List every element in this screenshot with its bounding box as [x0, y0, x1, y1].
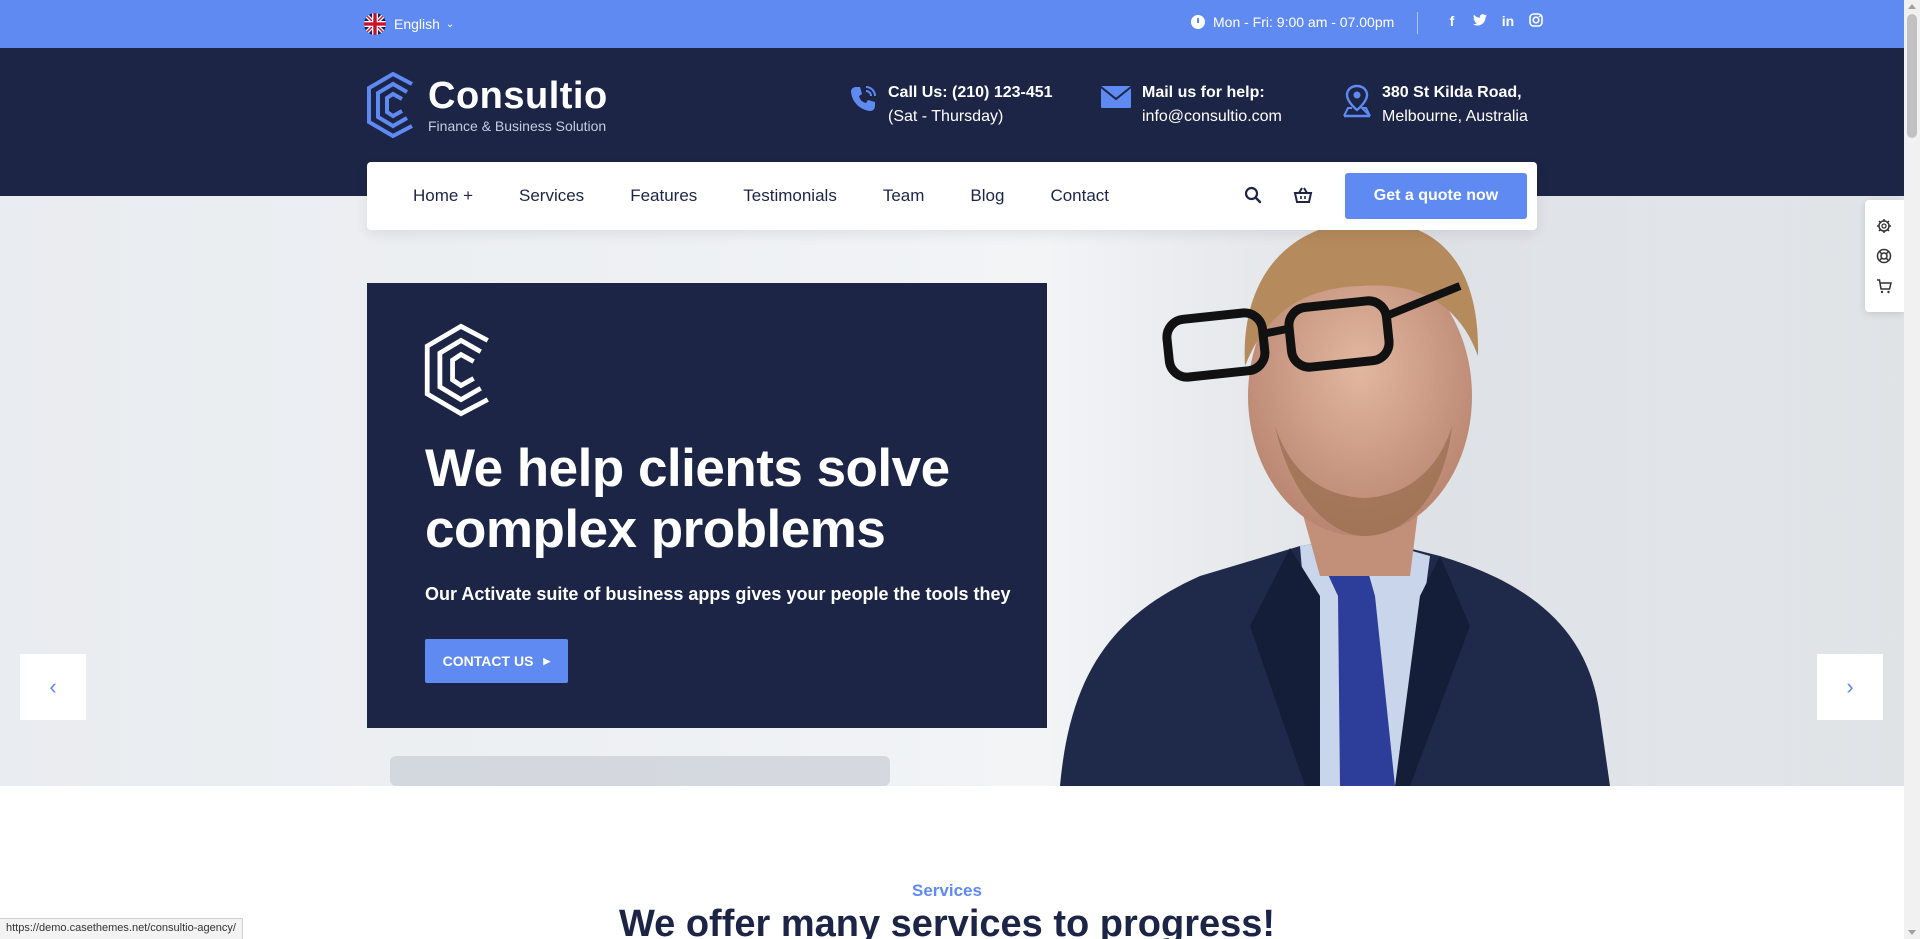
- phone-icon: [848, 84, 878, 119]
- gear-icon[interactable]: [1876, 218, 1892, 234]
- services-section-title: We offer many services to progress!: [618, 903, 1276, 939]
- shopping-basket-icon[interactable]: [1293, 186, 1313, 209]
- brand-tagline: Finance & Business Solution: [428, 118, 607, 134]
- chevron-down-icon: ⌄: [445, 18, 455, 30]
- lifebuoy-icon[interactable]: [1876, 248, 1892, 264]
- brand-name: Consultio: [428, 75, 608, 117]
- facebook-icon[interactable]: f: [1445, 13, 1459, 30]
- address-line1: 380 St Kilda Road,: [1382, 84, 1522, 101]
- call-title: Call Us: (210) 123-451: [888, 84, 1053, 101]
- side-toolbar: [1865, 200, 1904, 312]
- call-hours: (Sat - Thursday): [888, 108, 1004, 125]
- nav-item-contact[interactable]: Contact: [1050, 186, 1109, 206]
- language-selector[interactable]: English ⌄: [364, 13, 454, 35]
- top-bar: English ⌄ Mon - Fri: 9:00 am - 07.00pm f…: [0, 0, 1904, 48]
- opening-hours: Mon - Fri: 9:00 am - 07.00pm: [1191, 14, 1394, 30]
- hero-card: We help clients solve complex problems O…: [367, 283, 1047, 728]
- call-contact[interactable]: Call Us: (210) 123-451 (Sat - Thursday): [848, 82, 1053, 130]
- hero-subtitle: Our Activate suite of business apps give…: [425, 584, 1011, 604]
- nav-item-services[interactable]: Services: [519, 186, 584, 206]
- scrollbar-thumb[interactable]: [1907, 14, 1917, 138]
- divider: [1417, 12, 1418, 34]
- instagram-icon[interactable]: [1529, 13, 1543, 30]
- scroll-up-arrow-icon[interactable]: [1908, 4, 1916, 9]
- twitter-icon[interactable]: [1473, 13, 1487, 30]
- cart-icon[interactable]: [1876, 278, 1892, 294]
- social-links: f in: [1445, 13, 1543, 30]
- main-nav: Home + Services Features Testimonials Te…: [367, 162, 1537, 230]
- nav-item-testimonials[interactable]: Testimonials: [743, 186, 837, 206]
- nav-item-team[interactable]: Team: [883, 186, 925, 206]
- page-scrollbar[interactable]: [1904, 0, 1920, 939]
- slider-prev-button[interactable]: ‹: [20, 654, 86, 720]
- consultio-logo-icon: [367, 72, 413, 138]
- slider-next-button[interactable]: ›: [1817, 654, 1883, 720]
- get-quote-button[interactable]: Get a quote now: [1345, 173, 1527, 219]
- mail-contact[interactable]: Mail us for help: info@consultio.com: [1100, 82, 1282, 130]
- mail-title: Mail us for help:: [1142, 84, 1265, 101]
- consultio-logo-icon: [424, 323, 489, 417]
- scroll-down-arrow-icon[interactable]: [1908, 930, 1916, 935]
- hero-title: We help clients solve complex problems: [425, 439, 950, 559]
- services-section-label: Services: [912, 881, 982, 900]
- language-label: English: [394, 16, 440, 32]
- clock-icon: [1191, 15, 1205, 29]
- nav-item-features[interactable]: Features: [630, 186, 697, 206]
- linkedin-icon[interactable]: in: [1501, 13, 1515, 30]
- contact-us-button[interactable]: CONTACT US ▶: [425, 639, 568, 683]
- search-icon[interactable]: [1244, 186, 1262, 209]
- contact-us-label: CONTACT US: [442, 653, 534, 669]
- address-contact[interactable]: 380 St Kilda Road, Melbourne, Australia: [1342, 82, 1528, 130]
- nav-item-blog[interactable]: Blog: [970, 186, 1004, 206]
- mail-address: info@consultio.com: [1142, 108, 1282, 125]
- status-bar-url: https://demo.casethemes.net/consultio-ag…: [0, 918, 243, 939]
- site-logo[interactable]: Consultio Finance & Business Solution: [366, 72, 608, 138]
- location-pin-icon: [1342, 84, 1372, 123]
- caret-right-icon: ▶: [543, 655, 551, 666]
- uk-flag-icon: [364, 13, 386, 35]
- mail-icon: [1100, 84, 1132, 115]
- hours-text: Mon - Fri: 9:00 am - 07.00pm: [1213, 14, 1395, 30]
- nav-item-home[interactable]: Home +: [413, 186, 473, 206]
- address-line2: Melbourne, Australia: [1382, 108, 1528, 125]
